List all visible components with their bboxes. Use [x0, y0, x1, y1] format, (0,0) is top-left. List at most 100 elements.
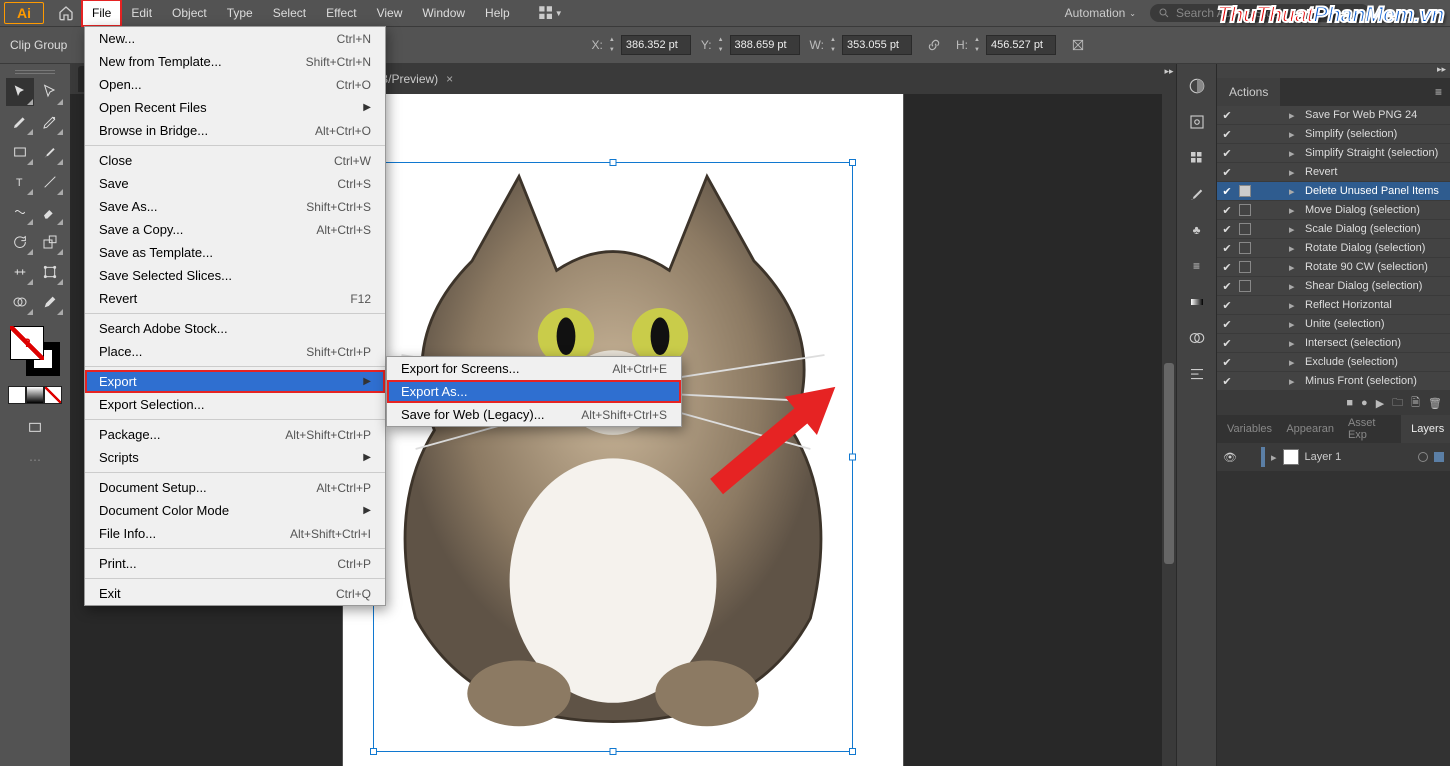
panel-tab-appearan[interactable]: Appearan: [1276, 415, 1338, 443]
target-icon[interactable]: [1418, 452, 1428, 462]
menu-file[interactable]: File: [82, 0, 121, 26]
link-wh-icon[interactable]: [922, 33, 946, 57]
shaper-tool[interactable]: [6, 198, 34, 226]
vertical-scrollbar[interactable]: [1162, 94, 1176, 766]
action-row[interactable]: ✔▸Rotate Dialog (selection): [1217, 239, 1450, 258]
menu-item-place[interactable]: Place...Shift+Ctrl+P: [85, 340, 385, 363]
x-input[interactable]: [621, 35, 691, 55]
arrange-docs-icon[interactable]: ▼: [534, 0, 566, 26]
action-row[interactable]: ✔▸Revert: [1217, 163, 1450, 182]
menu-view[interactable]: View: [367, 0, 413, 26]
brushes-panel-icon[interactable]: [1185, 182, 1209, 206]
menu-item-new[interactable]: New...Ctrl+N: [85, 27, 385, 50]
menu-item-export[interactable]: Export▶: [85, 370, 385, 393]
action-row[interactable]: ✔▸Scale Dialog (selection): [1217, 220, 1450, 239]
type-tool[interactable]: T: [6, 168, 34, 196]
collapse-right-icon[interactable]: ▸▸: [1162, 64, 1176, 78]
action-row[interactable]: ✔▸Simplify (selection): [1217, 125, 1450, 144]
menu-item-save[interactable]: SaveCtrl+S: [85, 172, 385, 195]
menu-effect[interactable]: Effect: [316, 0, 366, 26]
panel-drag-handle[interactable]: [15, 68, 55, 74]
action-row[interactable]: ✔▸Simplify Straight (selection): [1217, 144, 1450, 163]
menu-item-exit[interactable]: ExitCtrl+Q: [85, 582, 385, 605]
menu-edit[interactable]: Edit: [121, 0, 162, 26]
color-panel-icon[interactable]: [1185, 74, 1209, 98]
menu-item-save-a-copy[interactable]: Save a Copy...Alt+Ctrl+S: [85, 218, 385, 241]
menu-item-browse-in-bridge[interactable]: Browse in Bridge...Alt+Ctrl+O: [85, 119, 385, 142]
menu-item-save-as-template[interactable]: Save as Template...: [85, 241, 385, 264]
menu-window[interactable]: Window: [412, 0, 475, 26]
handle-sw[interactable]: [370, 748, 377, 755]
menu-item-document-setup[interactable]: Document Setup...Alt+Ctrl+P: [85, 476, 385, 499]
menu-object[interactable]: Object: [162, 0, 217, 26]
handle-se[interactable]: [849, 748, 856, 755]
menu-item-open[interactable]: Open...Ctrl+O: [85, 73, 385, 96]
w-input[interactable]: [842, 35, 912, 55]
tab-close-icon[interactable]: ×: [446, 72, 453, 86]
symbols-panel-icon[interactable]: ♣: [1185, 218, 1209, 242]
curvature-tool[interactable]: [36, 108, 64, 136]
paintbrush-tool[interactable]: [36, 138, 64, 166]
actions-tab[interactable]: Actions: [1217, 78, 1280, 106]
layer-row[interactable]: 👁 ▸ Layer 1: [1217, 443, 1450, 471]
menu-item-save-selected-slices[interactable]: Save Selected Slices...: [85, 264, 385, 287]
action-row[interactable]: ✔▸Unite (selection): [1217, 315, 1450, 334]
menu-item-file-info[interactable]: File Info...Alt+Shift+Ctrl+I: [85, 522, 385, 545]
eraser-tool[interactable]: [36, 198, 64, 226]
workspace-switcher[interactable]: Automation ⌄: [1059, 6, 1142, 20]
menu-item-search-adobe-stock[interactable]: Search Adobe Stock...: [85, 317, 385, 340]
width-tool[interactable]: [6, 258, 34, 286]
gradient-panel-icon[interactable]: [1185, 290, 1209, 314]
action-row[interactable]: ✔▸Save For Web PNG 24: [1217, 106, 1450, 125]
menu-item-save-as[interactable]: Save As...Shift+Ctrl+S: [85, 195, 385, 218]
action-row[interactable]: ✔▸Move Dialog (selection): [1217, 201, 1450, 220]
record-icon[interactable]: ●: [1361, 397, 1368, 409]
menu-item-export-for-screens[interactable]: Export for Screens...Alt+Ctrl+E: [387, 357, 681, 380]
menu-item-scripts[interactable]: Scripts▶: [85, 446, 385, 469]
menu-item-open-recent-files[interactable]: Open Recent Files▶: [85, 96, 385, 119]
action-row[interactable]: ✔▸Minus Front (selection): [1217, 372, 1450, 391]
play-icon[interactable]: ▶: [1376, 397, 1384, 410]
panel-tab-variables[interactable]: Variables: [1217, 415, 1276, 443]
menu-item-document-color-mode[interactable]: Document Color Mode▶: [85, 499, 385, 522]
handle-n[interactable]: [610, 159, 617, 166]
menu-item-export-selection[interactable]: Export Selection...: [85, 393, 385, 416]
delete-action-icon[interactable]: 🗑: [1428, 397, 1442, 410]
free-transform-tool[interactable]: [36, 258, 64, 286]
action-row[interactable]: ✔▸Delete Unused Panel Items: [1217, 182, 1450, 201]
properties-panel-icon[interactable]: [1185, 110, 1209, 134]
direct-selection-tool[interactable]: [36, 78, 64, 106]
home-icon[interactable]: [50, 0, 82, 26]
layer-name[interactable]: Layer 1: [1305, 451, 1342, 463]
fill-stroke-swatch[interactable]: ?: [10, 326, 60, 376]
menu-item-print[interactable]: Print...Ctrl+P: [85, 552, 385, 575]
draw-mode-strip[interactable]: [8, 386, 62, 404]
align-panel-icon[interactable]: [1185, 362, 1209, 386]
handle-s[interactable]: [610, 748, 617, 755]
rectangle-tool[interactable]: [6, 138, 34, 166]
menu-item-save-for-web-legacy[interactable]: Save for Web (Legacy)...Alt+Shift+Ctrl+S: [387, 403, 681, 426]
expand-layer-icon[interactable]: ▸: [1271, 451, 1277, 464]
action-row[interactable]: ✔▸Intersect (selection): [1217, 334, 1450, 353]
stroke-panel-icon[interactable]: ≡: [1185, 254, 1209, 278]
eyedropper-tool[interactable]: [36, 288, 64, 316]
swatches-panel-icon[interactable]: [1185, 146, 1209, 170]
screen-mode-tool[interactable]: [21, 414, 49, 442]
action-row[interactable]: ✔▸Shear Dialog (selection): [1217, 277, 1450, 296]
menu-item-new-from-template[interactable]: New from Template...Shift+Ctrl+N: [85, 50, 385, 73]
menu-item-close[interactable]: CloseCtrl+W: [85, 149, 385, 172]
h-input[interactable]: [986, 35, 1056, 55]
collapse-panels-icon[interactable]: ▸▸: [1217, 64, 1450, 78]
pen-tool[interactable]: [6, 108, 34, 136]
panel-tab-asset exp[interactable]: Asset Exp: [1338, 415, 1401, 443]
handle-e[interactable]: [849, 454, 856, 461]
menu-type[interactable]: Type: [217, 0, 263, 26]
action-row[interactable]: ✔▸Rotate 90 CW (selection): [1217, 258, 1450, 277]
y-input[interactable]: [730, 35, 800, 55]
new-set-icon[interactable]: 🗀: [1392, 394, 1403, 413]
menu-select[interactable]: Select: [263, 0, 316, 26]
menu-item-revert[interactable]: RevertF12: [85, 287, 385, 310]
line-segment-tool[interactable]: [36, 168, 64, 196]
panel-menu-icon[interactable]: ≡: [1427, 85, 1450, 99]
menu-item-package[interactable]: Package...Alt+Shift+Ctrl+P: [85, 423, 385, 446]
